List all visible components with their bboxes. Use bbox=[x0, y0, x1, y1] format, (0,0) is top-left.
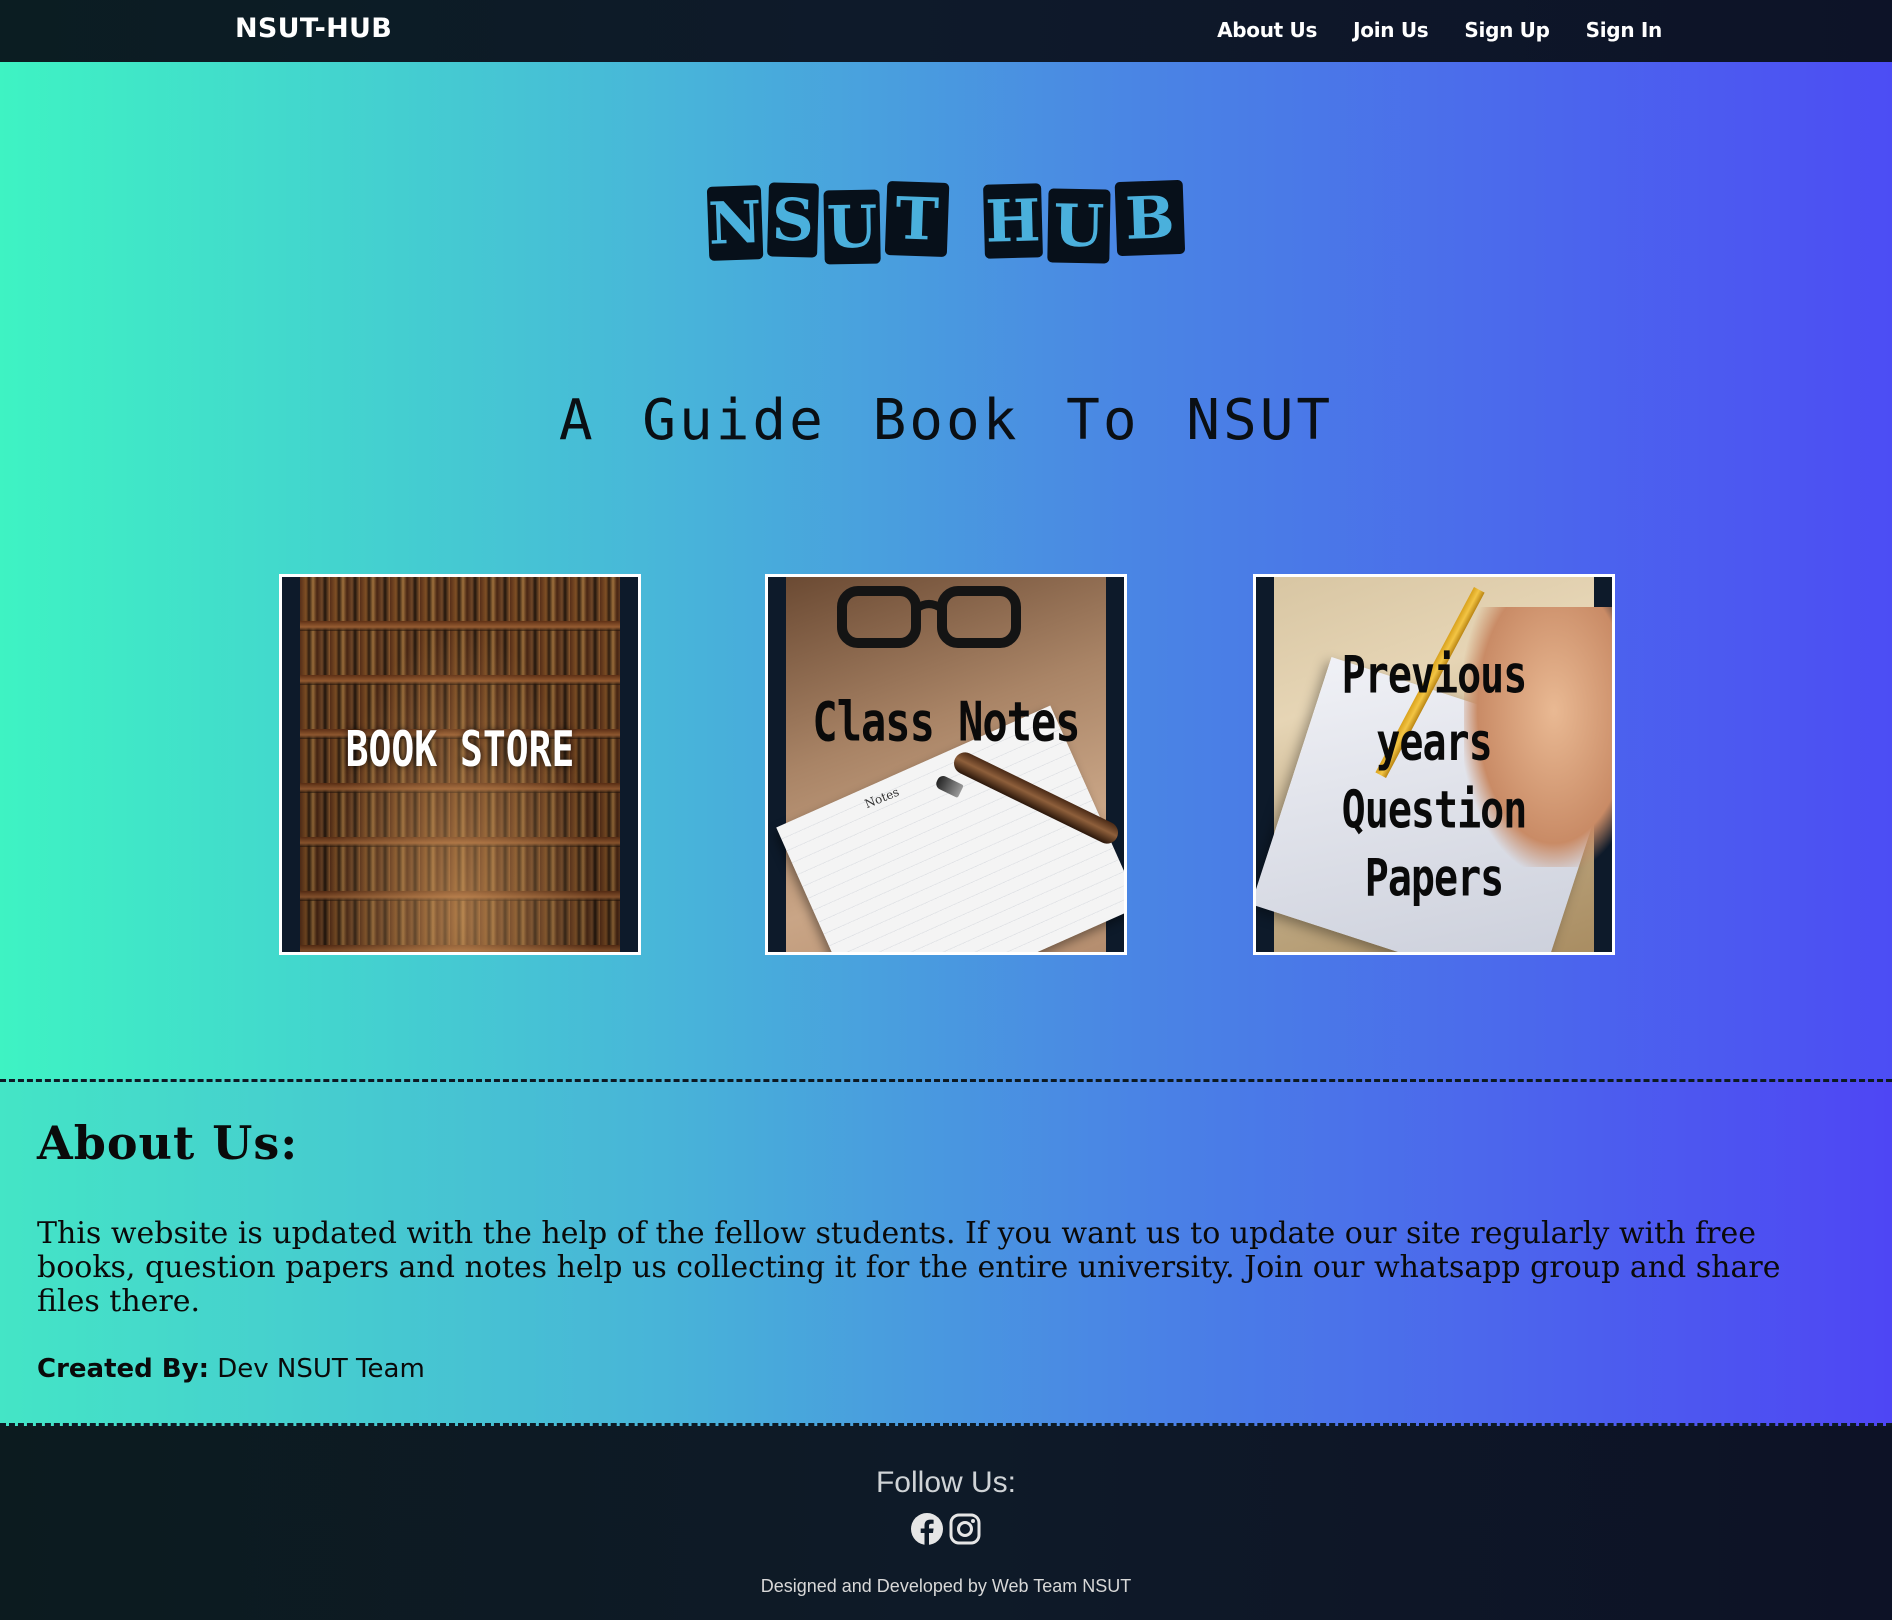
title-letter: U bbox=[1047, 188, 1111, 264]
title-letter: T bbox=[884, 180, 950, 258]
caption-line-1: Previous years bbox=[1341, 645, 1528, 774]
created-by-label: Created By: bbox=[37, 1354, 209, 1384]
title-letter: U bbox=[823, 189, 881, 265]
question-papers-caption: Previous years Question Papers bbox=[1274, 642, 1594, 912]
created-by: Created By: Dev NSUT Team bbox=[37, 1354, 425, 1384]
nav-link-join-us[interactable]: Join Us bbox=[1353, 18, 1429, 42]
title-letter: S bbox=[767, 182, 819, 258]
caption-line-2: Question Papers bbox=[1341, 780, 1528, 909]
brand-logo[interactable]: NSUT-HUB bbox=[235, 13, 392, 44]
follow-us-label: Follow Us: bbox=[875, 1466, 1017, 1499]
question-papers-card[interactable]: Previous years Question Papers bbox=[1253, 574, 1615, 955]
class-notes-card[interactable]: Notes Class Notes bbox=[765, 574, 1127, 955]
site-title: N S U T H U B bbox=[0, 179, 1892, 265]
about-heading: About Us: bbox=[37, 1116, 299, 1170]
tagline: A Guide Book To NSUT bbox=[558, 388, 1334, 453]
book-store-card[interactable]: BOOK STORE bbox=[279, 574, 641, 955]
bookshelf-image: BOOK STORE bbox=[300, 577, 620, 952]
facebook-icon[interactable] bbox=[910, 1512, 944, 1546]
nav-links: About Us Join Us Sign Up Sign In bbox=[1217, 18, 1662, 42]
instagram-icon[interactable] bbox=[948, 1512, 982, 1546]
exam-paper-image: Previous years Question Papers bbox=[1256, 577, 1612, 952]
title-letter: H bbox=[983, 183, 1043, 259]
notes-image: Notes Class Notes bbox=[776, 577, 1124, 952]
title-space bbox=[954, 184, 978, 258]
class-notes-caption: Class Notes bbox=[812, 689, 1080, 754]
top-navbar: NSUT-HUB About Us Join Us Sign Up Sign I… bbox=[0, 0, 1892, 62]
nav-link-sign-up[interactable]: Sign Up bbox=[1464, 18, 1550, 42]
book-store-caption: BOOK STORE bbox=[345, 720, 575, 778]
about-text: This website is updated with the help of… bbox=[37, 1216, 1781, 1319]
title-letter: B bbox=[1114, 179, 1186, 257]
about-section: About Us: This website is updated with t… bbox=[0, 1079, 1892, 1426]
glasses-icon bbox=[837, 586, 1021, 648]
created-by-value: Dev NSUT Team bbox=[208, 1354, 425, 1384]
social-links bbox=[0, 1512, 1892, 1546]
footer: Follow Us: Designed and Developed by Web… bbox=[0, 1426, 1892, 1620]
hero-section: N S U T H U B A Guide Book To NSUT BOOK … bbox=[0, 62, 1892, 1079]
footer-credits: Designed and Developed by Web Team NSUT bbox=[760, 1576, 1132, 1596]
title-letter: N bbox=[706, 185, 764, 261]
nav-link-about-us[interactable]: About Us bbox=[1217, 18, 1317, 42]
nav-link-sign-in[interactable]: Sign In bbox=[1586, 18, 1663, 42]
